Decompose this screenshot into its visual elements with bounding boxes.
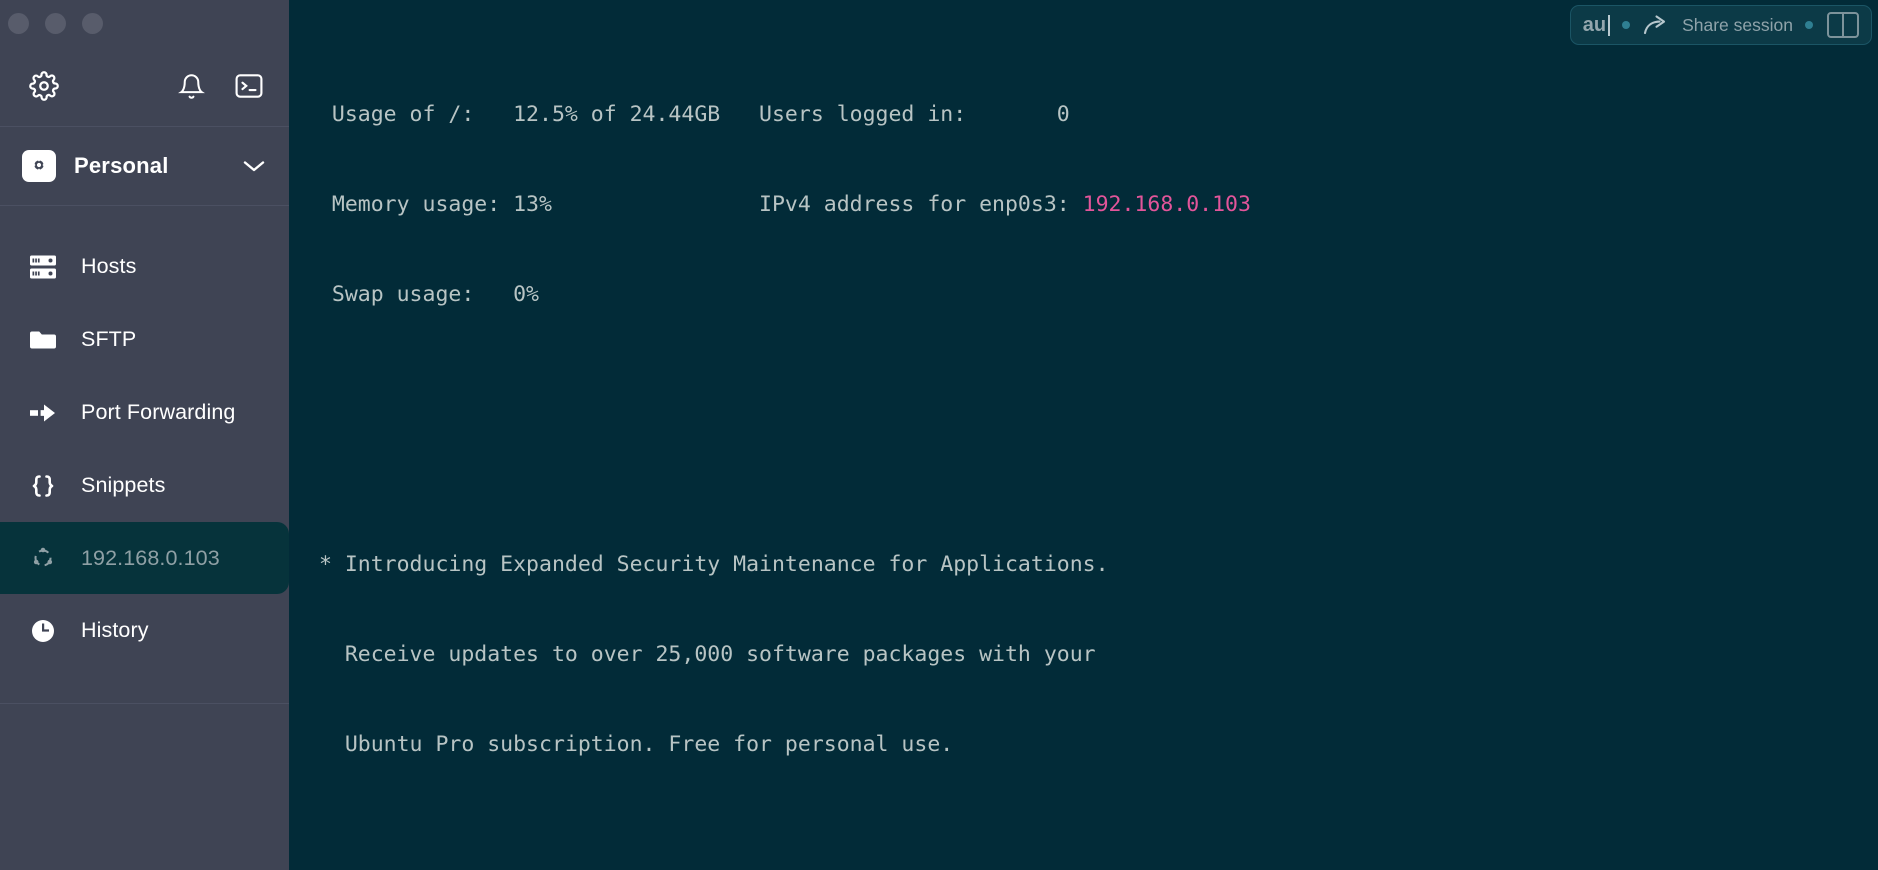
text-caret bbox=[1608, 15, 1610, 36]
close-button[interactable] bbox=[8, 13, 29, 34]
sidebar-item-label: History bbox=[81, 618, 149, 643]
vault-icon bbox=[22, 150, 56, 182]
terminal-output: Usage of /: 12.5% of 24.44GB Users logge… bbox=[289, 0, 1878, 870]
split-pane-icon[interactable] bbox=[1827, 12, 1859, 38]
session-name-field[interactable]: au bbox=[1583, 14, 1610, 37]
terminal-line: Ubuntu Pro subscription. Free for person… bbox=[306, 730, 1878, 760]
terminal-pane[interactable]: au Share session Usage of /: 12.5% of 24… bbox=[289, 0, 1878, 870]
terminal-line: Usage of /: 12.5% of 24.44GB Users logge… bbox=[306, 100, 1878, 130]
terminal-line: Receive updates to over 25,000 software … bbox=[306, 640, 1878, 670]
sidebar-divider-bottom bbox=[0, 703, 289, 704]
chevron-down-icon[interactable] bbox=[241, 158, 267, 174]
sidebar-toolbar bbox=[0, 46, 289, 126]
termius-window: Personal bbox=[0, 0, 1878, 870]
maximize-button[interactable] bbox=[82, 13, 103, 34]
ipv4-address-value: 192.168.0.103 bbox=[1083, 192, 1251, 217]
sidebar-item-sftp[interactable]: SFTP bbox=[0, 303, 281, 376]
sidebar-item-session-192-168-0-103[interactable]: 192.168.0.103 bbox=[0, 522, 289, 594]
terminal-line-text: Memory usage: 13% IPv4 address for enp0s… bbox=[306, 192, 1083, 217]
window-traffic-lights bbox=[0, 0, 289, 46]
folder-icon bbox=[26, 328, 60, 352]
sidebar-item-hosts[interactable]: Hosts bbox=[0, 230, 281, 303]
server-icon bbox=[26, 253, 60, 281]
sidebar-item-port-forwarding[interactable]: Port Forwarding bbox=[0, 376, 281, 449]
session-toolbar: au Share session bbox=[1570, 5, 1872, 45]
sidebar-item-label: SFTP bbox=[81, 327, 136, 352]
terminal-icon[interactable] bbox=[231, 68, 267, 104]
sidebar-nav: Hosts SFTP Port Forwarding bbox=[0, 206, 289, 704]
session-name-value: au bbox=[1583, 14, 1606, 37]
separator-dot bbox=[1622, 21, 1630, 29]
sidebar: Personal bbox=[0, 0, 289, 870]
bell-icon[interactable] bbox=[173, 68, 209, 104]
terminal-line: * Introducing Expanded Security Maintena… bbox=[306, 550, 1878, 580]
minimize-button[interactable] bbox=[45, 13, 66, 34]
terminal-blank bbox=[306, 460, 1878, 490]
settings-gear-icon[interactable] bbox=[26, 68, 62, 104]
sidebar-item-label: Port Forwarding bbox=[81, 400, 235, 425]
terminal-line: Memory usage: 13% IPv4 address for enp0s… bbox=[306, 190, 1878, 220]
sidebar-item-label: Snippets bbox=[81, 473, 165, 498]
share-session-label[interactable]: Share session bbox=[1682, 15, 1793, 36]
arrow-forward-icon bbox=[26, 401, 60, 425]
clock-icon bbox=[26, 616, 60, 646]
separator-dot-2 bbox=[1805, 21, 1813, 29]
terminal-line: Swap usage: 0% bbox=[306, 280, 1878, 310]
share-arrow-icon[interactable] bbox=[1642, 13, 1672, 37]
sidebar-item-history[interactable]: History bbox=[0, 594, 281, 667]
sidebar-item-label: 192.168.0.103 bbox=[81, 546, 220, 571]
sidebar-item-label: Hosts bbox=[81, 254, 136, 279]
braces-icon bbox=[26, 472, 60, 500]
sidebar-item-snippets[interactable]: Snippets bbox=[0, 449, 281, 522]
terminal-blank bbox=[306, 370, 1878, 400]
vault-selector[interactable]: Personal bbox=[0, 127, 289, 205]
ubuntu-icon bbox=[26, 544, 60, 572]
terminal-blank bbox=[306, 820, 1878, 850]
vault-name: Personal bbox=[74, 153, 223, 179]
